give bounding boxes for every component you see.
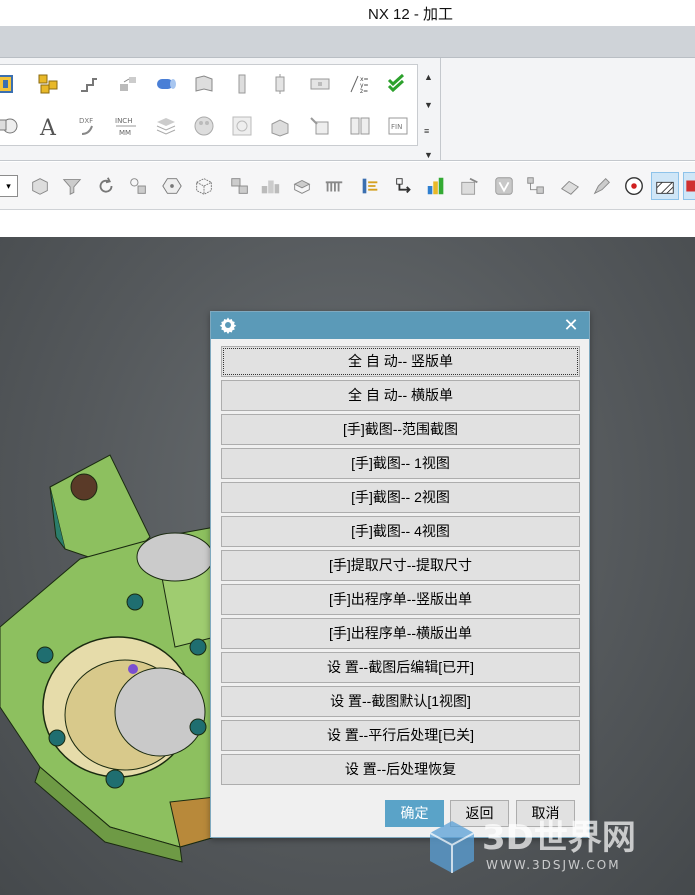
- formula-z: z=: [360, 88, 368, 95]
- option-setting-parallel-postprocess[interactable]: 设 置--平行后处理[已关]: [221, 720, 580, 751]
- ok-button[interactable]: 确定: [385, 800, 444, 827]
- shape-icon[interactable]: [0, 112, 20, 140]
- texture-icon[interactable]: [228, 112, 256, 140]
- fin-icon[interactable]: FIN: [384, 112, 412, 140]
- marker-icon[interactable]: [588, 172, 616, 200]
- option-sheet-landscape[interactable]: [手]出程序单--横版出单: [221, 618, 580, 649]
- mm-label: MM: [119, 129, 131, 137]
- type-combo[interactable]: ▾: [0, 175, 18, 197]
- option-setting-postprocess-restore[interactable]: 设 置--后处理恢复: [221, 754, 580, 785]
- gallery-more-icon[interactable]: ▼: [424, 150, 433, 160]
- fin-label: FIN: [391, 123, 402, 131]
- back-button[interactable]: 返回: [450, 800, 509, 827]
- window-title: NX 12 - 加工: [368, 3, 453, 24]
- option-capture-2view[interactable]: [手]截图-- 2视图: [221, 482, 580, 513]
- option-auto-landscape[interactable]: 全 自 动-- 横版单: [221, 380, 580, 411]
- palette-icon[interactable]: [190, 112, 218, 140]
- gold-blocks-icon[interactable]: [34, 70, 62, 98]
- title-bar: NX 12 - 加工: [0, 0, 695, 26]
- ruler-icon[interactable]: [356, 172, 384, 200]
- dxf-export-icon[interactable]: DXF: [74, 112, 102, 140]
- block-stack-icon[interactable]: [226, 172, 254, 200]
- filter-icon[interactable]: [58, 172, 86, 200]
- cancel-button[interactable]: 取消: [516, 800, 575, 827]
- operation-toolbar: ▾: [0, 162, 695, 210]
- option-sheet-portrait[interactable]: [手]出程序单--竖版出单: [221, 584, 580, 615]
- option-setting-default-view[interactable]: 设 置--截图默认[1视图]: [221, 686, 580, 717]
- plate-icon[interactable]: [306, 70, 334, 98]
- ribbon-tab-strip: [0, 26, 695, 58]
- sheet-icon[interactable]: [288, 172, 316, 200]
- gear-icon: [219, 316, 237, 334]
- close-icon[interactable]: ✕: [561, 315, 581, 335]
- cylinder-icon[interactable]: [152, 70, 180, 98]
- option-capture-1view[interactable]: [手]截图-- 1视图: [221, 448, 580, 479]
- inch-mm-icon[interactable]: INCH MM: [112, 112, 140, 140]
- option-auto-portrait[interactable]: 全 自 动-- 竖版单: [221, 346, 580, 377]
- ribbon-panel: x=y=z= A DXF INCH MM FIN ▲ ▼ ≡ ▼: [0, 58, 695, 161]
- text-A-glyph: A: [39, 116, 57, 138]
- pin-icon[interactable]: [266, 70, 294, 98]
- dialog-title-bar: ✕: [211, 312, 589, 339]
- check-list-icon[interactable]: [384, 70, 412, 98]
- panel-divider: [440, 58, 441, 161]
- part-move-icon[interactable]: [26, 172, 54, 200]
- edit-check-icon[interactable]: [456, 172, 484, 200]
- stack-chart-icon[interactable]: [422, 172, 450, 200]
- box-wire-icon[interactable]: [190, 172, 218, 200]
- gallery-expand-icon[interactable]: ≡: [424, 126, 429, 136]
- snap-icon[interactable]: [124, 172, 152, 200]
- option-extract-dimensions[interactable]: [手]提取尺寸--提取尺寸: [221, 550, 580, 581]
- gallery-scroll: ▲ ▼ ≡ ▼: [418, 64, 440, 162]
- toolbar-gap: [0, 211, 695, 237]
- verify-icon[interactable]: [490, 172, 518, 200]
- tree-icon[interactable]: [522, 172, 550, 200]
- option-setting-edit-after-capture[interactable]: 设 置--截图后编辑[已开]: [221, 652, 580, 683]
- inch-label: INCH: [115, 117, 132, 125]
- sequence-icon[interactable]: [390, 172, 418, 200]
- eraser-icon[interactable]: [556, 172, 584, 200]
- compass-icon[interactable]: [620, 172, 648, 200]
- rotate-icon[interactable]: [92, 172, 120, 200]
- extra-icon[interactable]: [683, 172, 695, 200]
- layers-icon[interactable]: [152, 112, 180, 140]
- gallery-up-icon[interactable]: ▲: [424, 72, 433, 82]
- tag-icon[interactable]: [306, 112, 334, 140]
- surface-icon[interactable]: [190, 70, 218, 98]
- toolkit-dialog: ✕ 全 自 动-- 竖版单 全 自 动-- 横版单 [手]截图--范围截图 [手…: [210, 311, 590, 838]
- hatch-icon[interactable]: [651, 172, 679, 200]
- gallery-down-icon[interactable]: ▼: [424, 100, 433, 110]
- ribbon-icon-gallery: x=y=z= A DXF INCH MM FIN: [0, 64, 418, 146]
- window-icon[interactable]: [346, 112, 374, 140]
- formula-icon[interactable]: x=y=z=: [346, 70, 374, 98]
- text-A-icon[interactable]: A: [34, 112, 62, 140]
- exploded-icon[interactable]: [114, 70, 142, 98]
- hexagon-icon[interactable]: [158, 172, 186, 200]
- multi-blocks-icon[interactable]: [256, 172, 284, 200]
- assembly-icon[interactable]: [0, 70, 20, 98]
- steps-icon[interactable]: [74, 70, 102, 98]
- option-capture-4view[interactable]: [手]截图-- 4视图: [221, 516, 580, 547]
- bolt-icon[interactable]: [228, 70, 256, 98]
- dxf-label: DXF: [79, 117, 93, 125]
- option-capture-range[interactable]: [手]截图--范围截图: [221, 414, 580, 445]
- comb-icon[interactable]: [320, 172, 348, 200]
- box-export-icon[interactable]: [266, 112, 294, 140]
